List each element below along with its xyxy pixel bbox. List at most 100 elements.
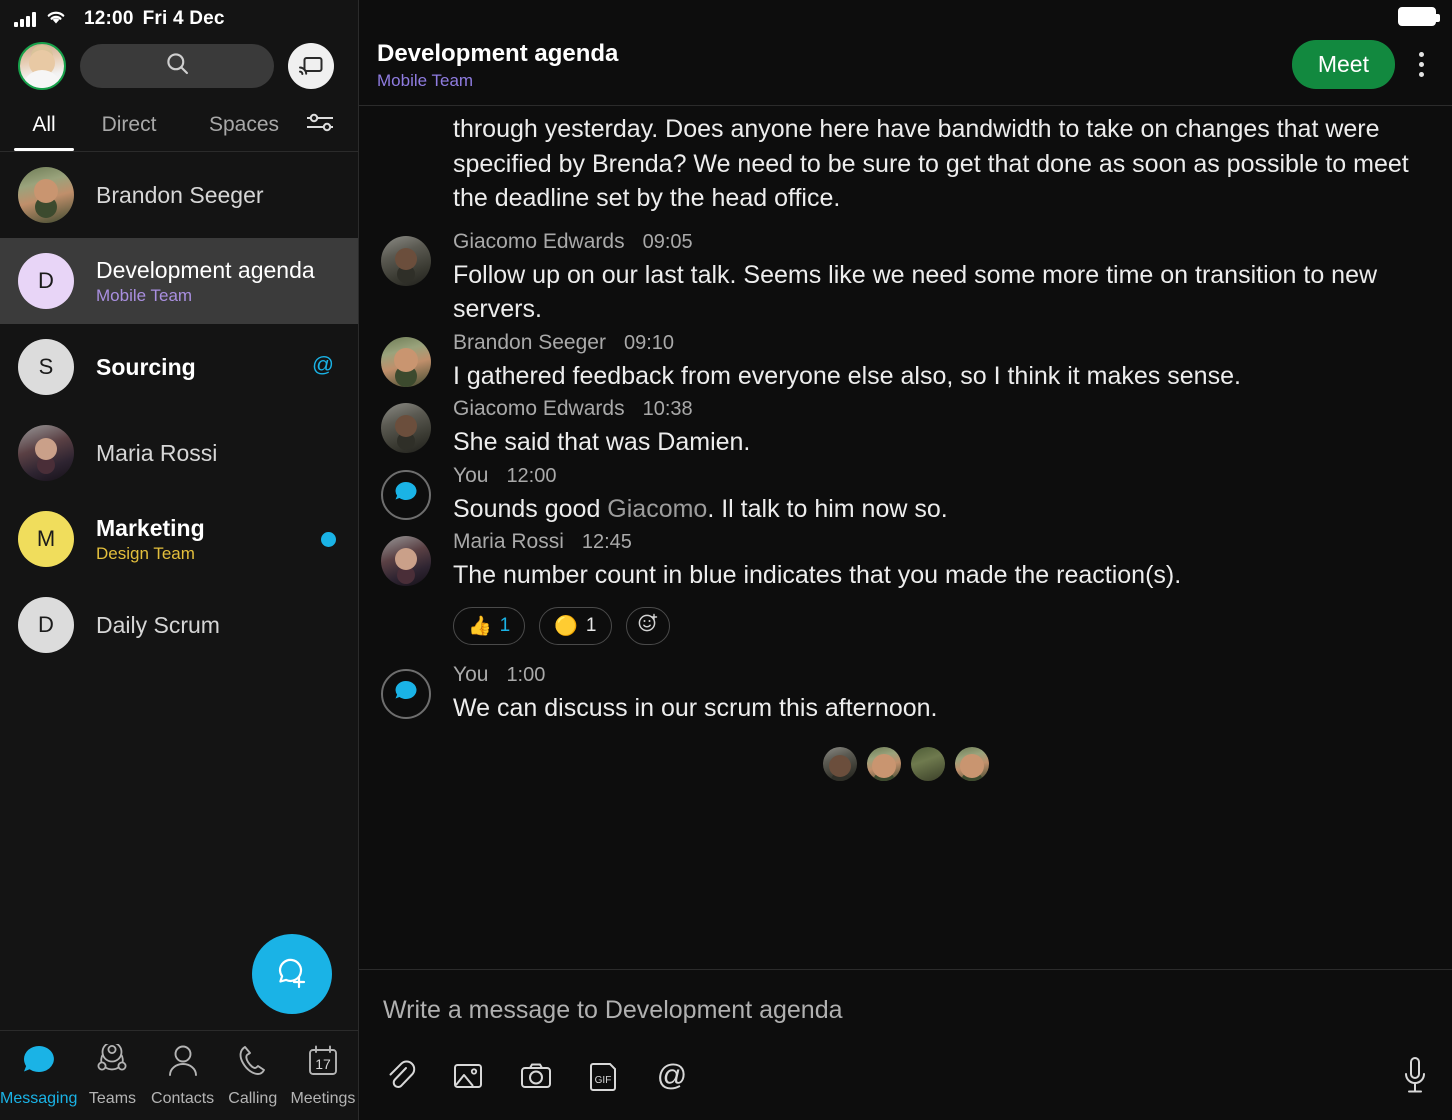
search-row xyxy=(0,38,358,100)
reaction-count: 1 xyxy=(586,615,597,637)
avatar xyxy=(955,747,989,781)
nav-item-teams[interactable]: Teams xyxy=(77,1044,147,1108)
message-input[interactable]: Write a message to Development agenda xyxy=(383,996,1428,1025)
reaction-count: 1 xyxy=(500,615,511,637)
avatar xyxy=(911,747,945,781)
message-item: You 12:00 Sounds good Giacomo. Il talk t… xyxy=(381,464,1430,527)
phone-handset-icon xyxy=(236,1044,270,1083)
svg-text:17: 17 xyxy=(315,1056,331,1072)
search-input[interactable] xyxy=(80,44,274,88)
message-text-continued: through yesterday. Does anyone here have… xyxy=(381,112,1430,216)
nav-item-label: Contacts xyxy=(151,1090,214,1108)
list-item[interactable]: M Marketing Design Team xyxy=(0,496,358,582)
avatar[interactable] xyxy=(18,42,66,90)
search-icon xyxy=(164,50,191,82)
status-date: Fri 4 Dec xyxy=(143,8,225,30)
microphone-icon[interactable] xyxy=(1402,1055,1428,1102)
message-bubble-icon xyxy=(393,480,419,509)
nav-item-calling[interactable]: Calling xyxy=(218,1044,288,1108)
svg-text:GIF: GIF xyxy=(595,1075,612,1086)
message-meta: Brandon Seeger 09:10 xyxy=(453,331,1430,355)
list-item-title: Maria Rossi xyxy=(96,440,217,467)
list-item-title: Daily Scrum xyxy=(96,612,220,639)
list-item[interactable]: S Sourcing @ xyxy=(0,324,358,410)
message-body: Brandon Seeger 09:10 I gathered feedback… xyxy=(453,331,1430,394)
sidebar-panel: 12:00 Fri 4 Dec xyxy=(0,0,359,1120)
mention-at-icon[interactable]: @ xyxy=(655,1059,689,1098)
kebab-menu-icon[interactable] xyxy=(1409,46,1434,83)
teams-icon xyxy=(94,1044,130,1083)
message-text: Sounds good Giacomo. Il talk to him now … xyxy=(453,492,1430,527)
status-time: 12:00 xyxy=(84,8,134,30)
screen-cast-icon[interactable] xyxy=(288,43,334,89)
message-meta: Giacomo Edwards 10:38 xyxy=(453,397,1430,421)
message-time: 10:38 xyxy=(643,398,693,421)
message-bubble-icon xyxy=(20,1044,58,1083)
new-chat-fab[interactable] xyxy=(252,934,332,1014)
message-author: Maria Rossi xyxy=(453,530,564,554)
add-reaction-icon xyxy=(637,612,659,640)
svg-text:@: @ xyxy=(657,1059,687,1092)
chat-panel: Development agenda Mobile Team Meet thro… xyxy=(359,0,1452,1120)
list-item-texts: Development agenda Mobile Team xyxy=(96,257,315,306)
tab-spaces[interactable]: Spaces xyxy=(184,113,304,151)
nav-item-meetings[interactable]: 17 Meetings xyxy=(288,1044,358,1108)
mention-chip[interactable]: Giacomo xyxy=(607,495,707,523)
reaction-smiley[interactable]: 🟡 1 xyxy=(539,607,611,645)
nav-item-label: Teams xyxy=(89,1090,136,1108)
message-author: Brandon Seeger xyxy=(453,331,606,355)
attachment-paperclip-icon[interactable] xyxy=(383,1059,417,1098)
avatar xyxy=(381,669,431,719)
list-item-title: Sourcing xyxy=(96,354,196,381)
message-author: Giacomo Edwards xyxy=(453,230,625,254)
message-body: Giacomo Edwards 10:38 She said that was … xyxy=(453,397,1430,460)
message-body: You 1:00 We can discuss in our scrum thi… xyxy=(453,663,1430,726)
message-item: Giacomo Edwards 10:38 She said that was … xyxy=(381,397,1430,460)
avatar xyxy=(18,167,74,223)
camera-icon[interactable] xyxy=(519,1059,553,1098)
message-meta: You 1:00 xyxy=(453,663,1430,687)
app-root: 12:00 Fri 4 Dec xyxy=(0,0,1452,1120)
list-item[interactable]: D Development agenda Mobile Team xyxy=(0,238,358,324)
message-text: We can discuss in our scrum this afterno… xyxy=(453,691,1430,726)
list-item[interactable]: D Daily Scrum xyxy=(0,582,358,668)
meet-button[interactable]: Meet xyxy=(1292,40,1395,89)
message-time: 09:10 xyxy=(624,332,674,355)
mention-at-icon: @ xyxy=(310,352,336,378)
message-text-before: Sounds good xyxy=(453,495,607,523)
tab-direct[interactable]: Direct xyxy=(74,113,184,151)
filter-sliders-icon[interactable] xyxy=(304,110,336,151)
list-item-texts: Maria Rossi xyxy=(96,440,217,467)
avatar xyxy=(381,236,431,286)
add-reaction-button[interactable] xyxy=(626,607,670,645)
list-item-title: Brandon Seeger xyxy=(96,182,264,209)
list-item[interactable]: Brandon Seeger xyxy=(0,152,358,238)
tab-all[interactable]: All xyxy=(14,113,74,151)
avatar-initial: D xyxy=(38,268,54,294)
battery-full-icon xyxy=(1398,7,1436,26)
nav-item-messaging[interactable]: Messaging xyxy=(0,1044,77,1108)
status-bar: 12:00 Fri 4 Dec xyxy=(0,0,358,38)
avatar xyxy=(18,425,74,481)
calendar-17-icon: 17 xyxy=(306,1044,340,1083)
reaction-thumbsup[interactable]: 👍 1 xyxy=(453,607,525,645)
chat-subtitle: Mobile Team xyxy=(377,71,618,91)
gif-icon[interactable]: GIF xyxy=(587,1059,621,1098)
list-item-texts: Daily Scrum xyxy=(96,612,220,639)
message-list[interactable]: through yesterday. Does anyone here have… xyxy=(359,106,1452,969)
message-author: You xyxy=(453,464,488,488)
bottom-nav: Messaging Teams xyxy=(0,1030,358,1120)
message-time: 1:00 xyxy=(506,664,545,687)
nav-item-label: Calling xyxy=(228,1090,277,1108)
nav-item-label: Messaging xyxy=(0,1090,77,1108)
message-meta: Maria Rossi 12:45 xyxy=(453,530,1430,554)
image-picture-icon[interactable] xyxy=(451,1059,485,1098)
message-author: You xyxy=(453,663,488,687)
list-item[interactable]: Maria Rossi xyxy=(0,410,358,496)
message-text: She said that was Damien. xyxy=(453,425,1430,460)
unread-dot-badge xyxy=(321,532,336,547)
nav-item-contacts[interactable]: Contacts xyxy=(148,1044,218,1108)
avatar xyxy=(381,536,431,586)
message-text: The number count in blue indicates that … xyxy=(453,558,1430,593)
message-text-after: . Il talk to him now so. xyxy=(707,495,947,523)
